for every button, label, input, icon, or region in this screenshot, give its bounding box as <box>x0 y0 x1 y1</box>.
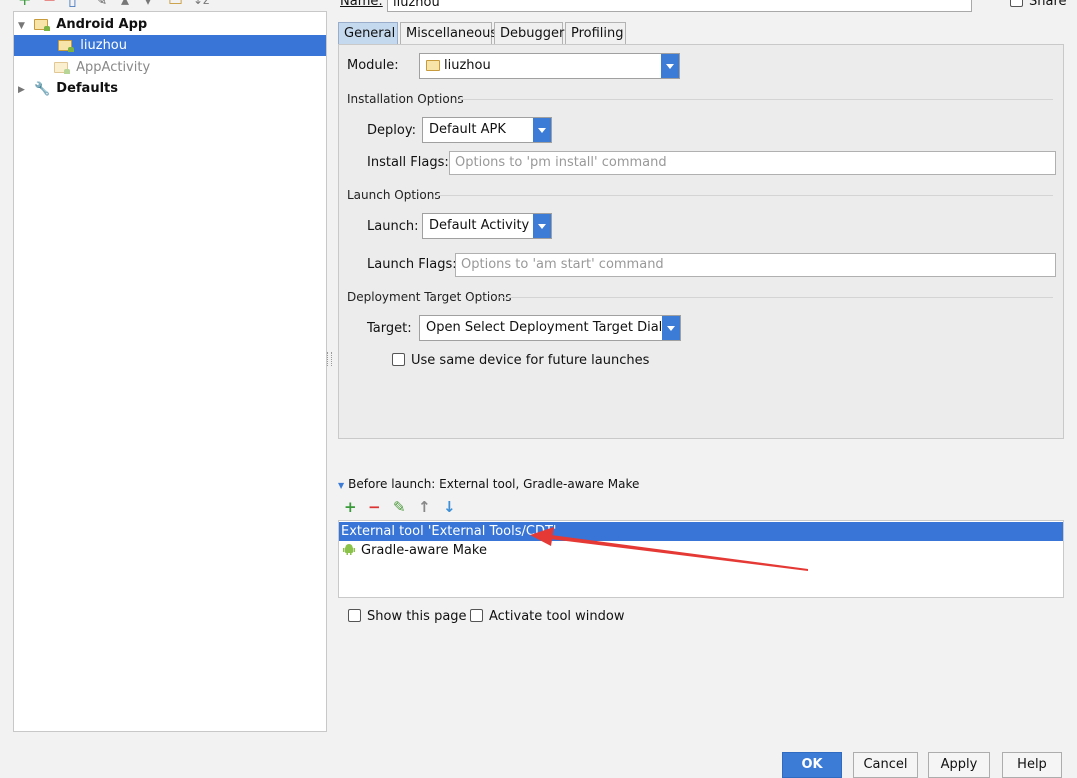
ok-button[interactable]: OK <box>782 752 842 778</box>
show-page-checkbox[interactable]: Show this page <box>348 609 467 624</box>
tab-debugger[interactable]: Debugger <box>494 22 564 44</box>
config-folder-icon <box>54 58 70 74</box>
collapse-arrow-icon[interactable]: ▶ <box>18 80 30 101</box>
module-label: Module: <box>347 58 399 73</box>
launch-label: Launch: <box>367 219 419 234</box>
help-button[interactable]: Help <box>1002 752 1062 778</box>
add-icon[interactable]: + <box>344 500 357 515</box>
target-select[interactable]: Open Select Deployment Target Dialog <box>419 315 681 341</box>
tree-node-liuzhou[interactable]: liuzhou <box>14 35 326 56</box>
general-tab-panel: Module: liuzhou Installation Options Dep… <box>338 44 1064 439</box>
deploy-select[interactable]: Default APK <box>422 117 552 143</box>
annotation-arrow-head <box>530 527 554 546</box>
tree-node-defaults[interactable]: ▶ 🔧 Defaults <box>18 78 118 99</box>
install-flags-input[interactable]: Options to 'pm install' command <box>449 151 1056 175</box>
remove-icon[interactable]: − <box>43 0 56 8</box>
copy-icon[interactable]: ▯ <box>68 0 77 8</box>
tree-node-appactivity[interactable]: AppActivity <box>54 57 150 78</box>
move-up-icon[interactable]: ↑ <box>418 500 431 515</box>
module-select[interactable]: liuzhou <box>419 53 680 79</box>
launch-select[interactable]: Default Activity <box>422 213 552 239</box>
tree-node-android-app[interactable]: ▼ Android App <box>18 14 147 35</box>
configuration-tree: ▼ Android App liuzhou AppActivity ▶ 🔧 De… <box>13 11 327 732</box>
launch-flags-input[interactable]: Options to 'am start' command <box>455 253 1056 277</box>
same-device-checkbox[interactable]: Use same device for future launches <box>392 353 649 368</box>
config-folder-icon <box>58 36 75 52</box>
chevron-down-icon[interactable] <box>661 54 679 78</box>
share-checkbox[interactable]: Share <box>1010 0 1067 9</box>
apply-button[interactable]: Apply <box>928 752 990 778</box>
divider <box>435 195 1053 196</box>
module-folder-icon <box>426 60 440 71</box>
chevron-down-icon[interactable] <box>533 214 551 238</box>
name-input[interactable]: liuzhou <box>387 0 972 12</box>
tab-general[interactable]: General <box>338 22 398 44</box>
install-flags-label: Install Flags: <box>367 155 449 170</box>
before-launch-item-gradle[interactable]: Gradle-aware Make <box>339 541 487 560</box>
tab-miscellaneous[interactable]: Miscellaneous <box>400 22 497 44</box>
chevron-down-icon[interactable] <box>662 316 680 340</box>
activate-tool-window-checkbox[interactable]: Activate tool window <box>470 609 624 624</box>
android-app-folder-icon <box>34 15 51 31</box>
divider <box>499 297 1053 298</box>
launch-flags-label: Launch Flags: <box>367 257 457 272</box>
same-device-checkbox-box[interactable] <box>392 353 405 366</box>
share-checkbox-box[interactable] <box>1010 0 1023 7</box>
deployment-target-heading: Deployment Target Options <box>347 290 512 304</box>
move-down-icon[interactable]: ↓ <box>443 500 456 515</box>
tab-profiling[interactable]: Profiling <box>565 22 626 44</box>
wrench-icon: 🔧 <box>34 82 51 97</box>
move-down-icon[interactable]: ▾ <box>144 0 152 8</box>
installation-options-heading: Installation Options <box>347 92 464 106</box>
add-icon[interactable]: + <box>18 0 31 8</box>
annotation-arrow-shaft <box>550 535 808 571</box>
expand-arrow-icon[interactable]: ▼ <box>18 16 30 37</box>
folder-icon[interactable]: ▭ <box>168 0 183 8</box>
before-launch-header[interactable]: ▼ Before launch: External tool, Gradle-aw… <box>338 477 639 491</box>
divider <box>457 99 1053 100</box>
android-icon <box>343 542 355 555</box>
launch-options-heading: Launch Options <box>347 188 441 202</box>
cancel-button[interactable]: Cancel <box>853 752 918 778</box>
tree-toolbar: + − ▯ ✎ ▴ ▾ ▭ ↓z <box>14 0 314 10</box>
name-label: Name: <box>340 0 383 9</box>
chevron-down-icon[interactable] <box>533 118 551 142</box>
target-label: Target: <box>367 321 412 336</box>
remove-icon[interactable]: − <box>368 500 381 515</box>
annotation-arrow <box>530 527 808 571</box>
activate-tool-window-checkbox-box[interactable] <box>470 609 483 622</box>
deploy-label: Deploy: <box>367 123 416 138</box>
splitter-handle[interactable] <box>327 352 332 366</box>
show-page-checkbox-box[interactable] <box>348 609 361 622</box>
collapse-arrow-icon[interactable]: ▼ <box>338 481 344 490</box>
move-up-icon[interactable]: ▴ <box>121 0 129 8</box>
wrench-icon[interactable]: ✎ <box>94 0 107 8</box>
edit-icon[interactable]: ✎ <box>393 500 406 515</box>
sort-icon[interactable]: ↓z <box>193 0 209 8</box>
